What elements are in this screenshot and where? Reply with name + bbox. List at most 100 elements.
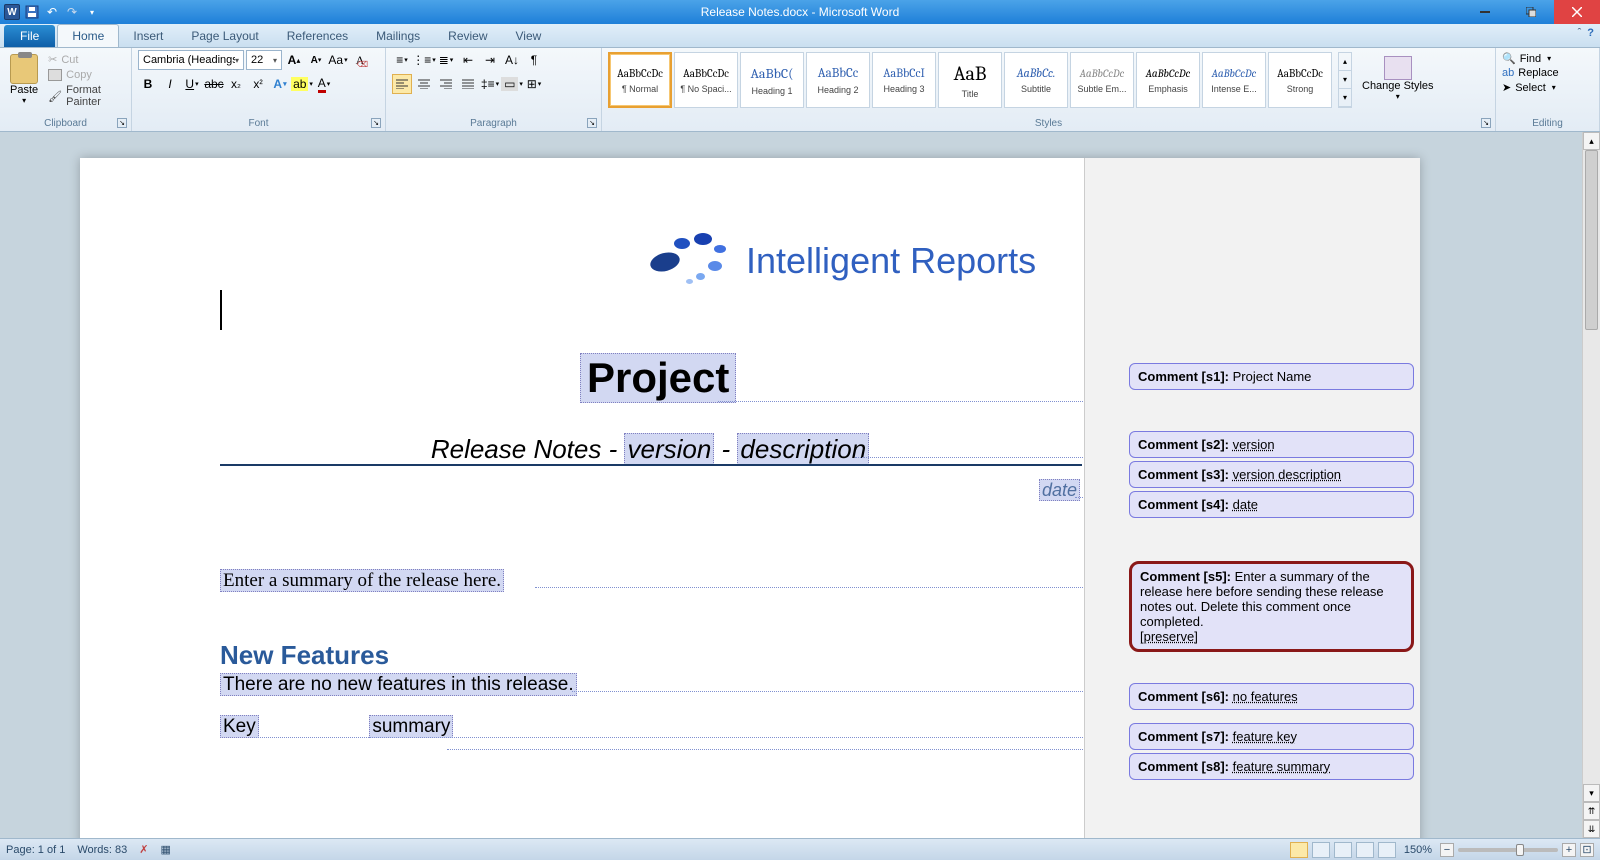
comment-s5[interactable]: Comment [s5]: Enter a summary of the rel… (1129, 561, 1414, 652)
replace-button[interactable]: abReplace (1502, 67, 1593, 79)
draft-view-icon[interactable] (1378, 842, 1396, 858)
description-field[interactable]: description (737, 433, 869, 465)
justify-icon[interactable] (458, 74, 478, 94)
style-item-5[interactable]: AaBTitle (938, 52, 1002, 108)
underline-icon[interactable]: U▾ (182, 74, 202, 94)
scroll-up-button[interactable]: ▴ (1583, 132, 1600, 150)
maximize-button[interactable] (1508, 0, 1554, 24)
superscript-icon[interactable]: x² (248, 74, 268, 94)
close-button[interactable] (1554, 0, 1600, 24)
style-item-10[interactable]: AaBbCcDcStrong (1268, 52, 1332, 108)
grow-font-icon[interactable]: A▴ (284, 50, 304, 70)
bullets-icon[interactable]: ≡▾ (392, 50, 412, 70)
zoom-in-button[interactable]: + (1562, 843, 1576, 857)
doc-title-field[interactable]: Project (580, 353, 736, 403)
outline-view-icon[interactable] (1356, 842, 1374, 858)
web-layout-view-icon[interactable] (1334, 842, 1352, 858)
decrease-indent-icon[interactable]: ⇤ (458, 50, 478, 70)
subscript-icon[interactable]: x₂ (226, 74, 246, 94)
format-painter-button[interactable]: 🖌Format Painter (46, 83, 125, 109)
summary-paragraph[interactable]: Enter a summary of the release here. (220, 570, 504, 592)
tab-page-layout[interactable]: Page Layout (177, 25, 272, 47)
paragraph-dialog-launcher[interactable]: ↘ (587, 118, 597, 128)
comment-s7[interactable]: Comment [s7]: feature key (1129, 723, 1414, 750)
qat-customize-icon[interactable]: ▾ (84, 4, 100, 20)
clear-formatting-icon[interactable]: A⌫ (350, 50, 370, 70)
find-button[interactable]: 🔍Find▾ (1502, 52, 1593, 65)
tab-home[interactable]: Home (57, 24, 119, 47)
cut-button[interactable]: ✂Cut (46, 52, 125, 67)
select-button[interactable]: ➤Select▾ (1502, 81, 1593, 94)
print-layout-view-icon[interactable] (1290, 842, 1308, 858)
style-item-8[interactable]: AaBbCcDcEmphasis (1136, 52, 1200, 108)
change-case-icon[interactable]: Aa▾ (328, 50, 348, 70)
copy-button[interactable]: Copy (46, 68, 125, 82)
feature-key-field[interactable]: Key (220, 715, 259, 738)
comment-s6[interactable]: Comment [s6]: no features (1129, 683, 1414, 710)
macro-icon[interactable]: ▦ (160, 843, 170, 856)
fullscreen-reading-view-icon[interactable] (1312, 842, 1330, 858)
font-dialog-launcher[interactable]: ↘ (371, 118, 381, 128)
styles-scroll-up[interactable]: ▴ (1339, 53, 1351, 71)
proofing-icon[interactable]: ✗ (139, 843, 148, 856)
borders-icon[interactable]: ⊞▾ (524, 74, 544, 94)
shading-icon[interactable]: ▭▾ (502, 74, 522, 94)
tab-references[interactable]: References (273, 25, 362, 47)
font-name-combo[interactable]: Cambria (Headings)▾ (138, 50, 244, 70)
zoom-slider[interactable] (1458, 848, 1558, 852)
zoom-out-button[interactable]: − (1440, 843, 1454, 857)
sort-icon[interactable]: A↓ (502, 50, 522, 70)
comment-s1[interactable]: Comment [s1]: Project Name (1129, 363, 1414, 390)
help-icon[interactable]: ? (1587, 27, 1594, 39)
highlight-icon[interactable]: ab▾ (292, 74, 312, 94)
multilevel-list-icon[interactable]: ≣▾ (436, 50, 456, 70)
date-field[interactable]: date (1039, 480, 1080, 501)
text-effects-icon[interactable]: A▾ (270, 74, 290, 94)
styles-dialog-launcher[interactable]: ↘ (1481, 118, 1491, 128)
font-size-combo[interactable]: 22▾ (246, 50, 282, 70)
scroll-down-button[interactable]: ▾ (1583, 784, 1600, 802)
no-features-line[interactable]: There are no new features in this releas… (220, 674, 577, 696)
prev-page-button[interactable]: ⇈ (1583, 802, 1600, 820)
page[interactable]: Intelligent Reports Project Release Note… (80, 158, 1420, 838)
minimize-ribbon-icon[interactable]: ˆ (1578, 27, 1582, 39)
tab-view[interactable]: View (502, 25, 556, 47)
feature-summary-field[interactable]: summary (369, 715, 453, 738)
strikethrough-icon[interactable]: abc (204, 74, 224, 94)
shrink-font-icon[interactable]: A▾ (306, 50, 326, 70)
qat-undo-icon[interactable]: ↶ (44, 4, 60, 20)
styles-expand[interactable]: ▾ (1339, 89, 1351, 107)
tab-mailings[interactable]: Mailings (362, 25, 434, 47)
styles-scroll-down[interactable]: ▾ (1339, 71, 1351, 89)
show-marks-icon[interactable]: ¶ (524, 50, 544, 70)
style-item-9[interactable]: AaBbCcDcIntense E... (1202, 52, 1266, 108)
style-item-0[interactable]: AaBbCcDc¶ Normal (608, 52, 672, 108)
version-field[interactable]: version (624, 433, 714, 465)
comment-s3[interactable]: Comment [s3]: version description (1129, 461, 1414, 488)
style-item-4[interactable]: AaBbCcIHeading 3 (872, 52, 936, 108)
line-spacing-icon[interactable]: ‡≡▾ (480, 74, 500, 94)
clipboard-dialog-launcher[interactable]: ↘ (117, 118, 127, 128)
minimize-button[interactable] (1462, 0, 1508, 24)
feature-row[interactable]: Key summary (220, 716, 453, 738)
style-item-2[interactable]: AaBbC(Heading 1 (740, 52, 804, 108)
align-right-icon[interactable] (436, 74, 456, 94)
zoom-fit-button[interactable]: ⊡ (1580, 843, 1594, 857)
change-styles-button[interactable]: Change Styles ▾ (1356, 52, 1440, 105)
paste-button[interactable]: Paste ▾ (6, 52, 42, 107)
word-count[interactable]: Words: 83 (77, 844, 127, 856)
style-item-7[interactable]: AaBbCcDcSubtle Em... (1070, 52, 1134, 108)
qat-save-icon[interactable] (24, 4, 40, 20)
scroll-track[interactable] (1583, 150, 1600, 784)
font-color-icon[interactable]: A▾ (314, 74, 334, 94)
style-item-6[interactable]: AaBbCc.Subtitle (1004, 52, 1068, 108)
comment-s4[interactable]: Comment [s4]: date (1129, 491, 1414, 518)
zoom-slider-thumb[interactable] (1516, 844, 1524, 856)
page-indicator[interactable]: Page: 1 of 1 (6, 844, 65, 856)
align-center-icon[interactable] (414, 74, 434, 94)
tab-insert[interactable]: Insert (119, 25, 177, 47)
numbering-icon[interactable]: ⋮≡▾ (414, 50, 434, 70)
qat-redo-icon[interactable]: ↷ (64, 4, 80, 20)
style-item-1[interactable]: AaBbCcDc¶ No Spaci... (674, 52, 738, 108)
next-page-button[interactable]: ⇊ (1583, 820, 1600, 838)
